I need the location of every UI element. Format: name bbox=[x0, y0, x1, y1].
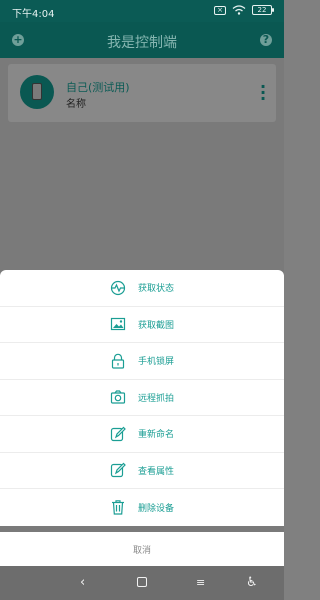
battery-icon: 22 bbox=[252, 5, 274, 15]
sheet-item-get-screenshot[interactable]: 获取截图 bbox=[0, 307, 284, 343]
app-title: 我是控制端 bbox=[107, 35, 177, 51]
sheet-item-label: 手机锁屏 bbox=[137, 357, 174, 368]
status-time: 下午4:04 bbox=[12, 9, 55, 20]
sheet-item-rename[interactable]: 重新命名 bbox=[0, 416, 284, 453]
sheet-item-lock-screen[interactable]: 手机锁屏 bbox=[0, 343, 284, 380]
sheet-item-label: 删除设备 bbox=[137, 503, 174, 514]
image-icon bbox=[110, 318, 126, 331]
cancel-button[interactable]: 取消 bbox=[0, 532, 284, 566]
device-subtitle: 名称 bbox=[66, 99, 86, 110]
wifi-icon bbox=[232, 5, 246, 15]
app-bar: + 我是控制端 ? bbox=[0, 22, 284, 58]
camera-icon bbox=[110, 390, 126, 404]
sheet-item-remote-capture[interactable]: 远程抓拍 bbox=[0, 380, 284, 416]
device-name: 自己(测试用) bbox=[66, 81, 130, 94]
sheet-item-get-status[interactable]: 获取状态 bbox=[0, 270, 284, 307]
lock-icon bbox=[111, 353, 125, 369]
more-options-icon[interactable]: · · · bbox=[260, 79, 266, 107]
status-pulse-icon bbox=[110, 280, 126, 295]
home-icon[interactable] bbox=[137, 577, 147, 587]
sheet-item-label: 获取状态 bbox=[137, 284, 174, 295]
edit-icon bbox=[110, 426, 126, 441]
device-card[interactable]: 自己(测试用) 名称 · · · bbox=[8, 64, 276, 122]
status-bar: 下午4:04 × 22 bbox=[0, 0, 284, 22]
help-icon[interactable]: ? bbox=[260, 34, 272, 46]
sheet-item-label: 远程抓拍 bbox=[137, 393, 174, 404]
sheet-item-label: 重新命名 bbox=[137, 430, 174, 441]
sheet-item-label: 查看属性 bbox=[137, 466, 174, 477]
cancel-label: 取消 bbox=[132, 546, 151, 556]
phone-icon bbox=[32, 83, 42, 100]
status-icons: × 22 bbox=[214, 5, 274, 15]
sheet-item-delete-device[interactable]: 删除设备 bbox=[0, 489, 284, 526]
edit-properties-icon bbox=[110, 462, 126, 478]
sheet-item-view-properties[interactable]: 查看属性 bbox=[0, 453, 284, 489]
no-sim-icon: × bbox=[214, 5, 226, 15]
system-nav-bar: ‹ ≡ ♿ bbox=[0, 566, 284, 600]
accessibility-icon[interactable]: ♿ bbox=[246, 575, 258, 590]
sheet-item-label: 获取截图 bbox=[137, 320, 174, 331]
device-avatar bbox=[20, 75, 54, 109]
action-sheet: 获取状态 获取截图 手机锁屏 远程抓拍 重新命名 查看属性 删除设备 bbox=[0, 270, 284, 526]
trash-icon bbox=[111, 500, 124, 515]
menu-icon[interactable]: ≡ bbox=[196, 576, 205, 589]
back-icon[interactable]: ‹ bbox=[80, 575, 85, 590]
